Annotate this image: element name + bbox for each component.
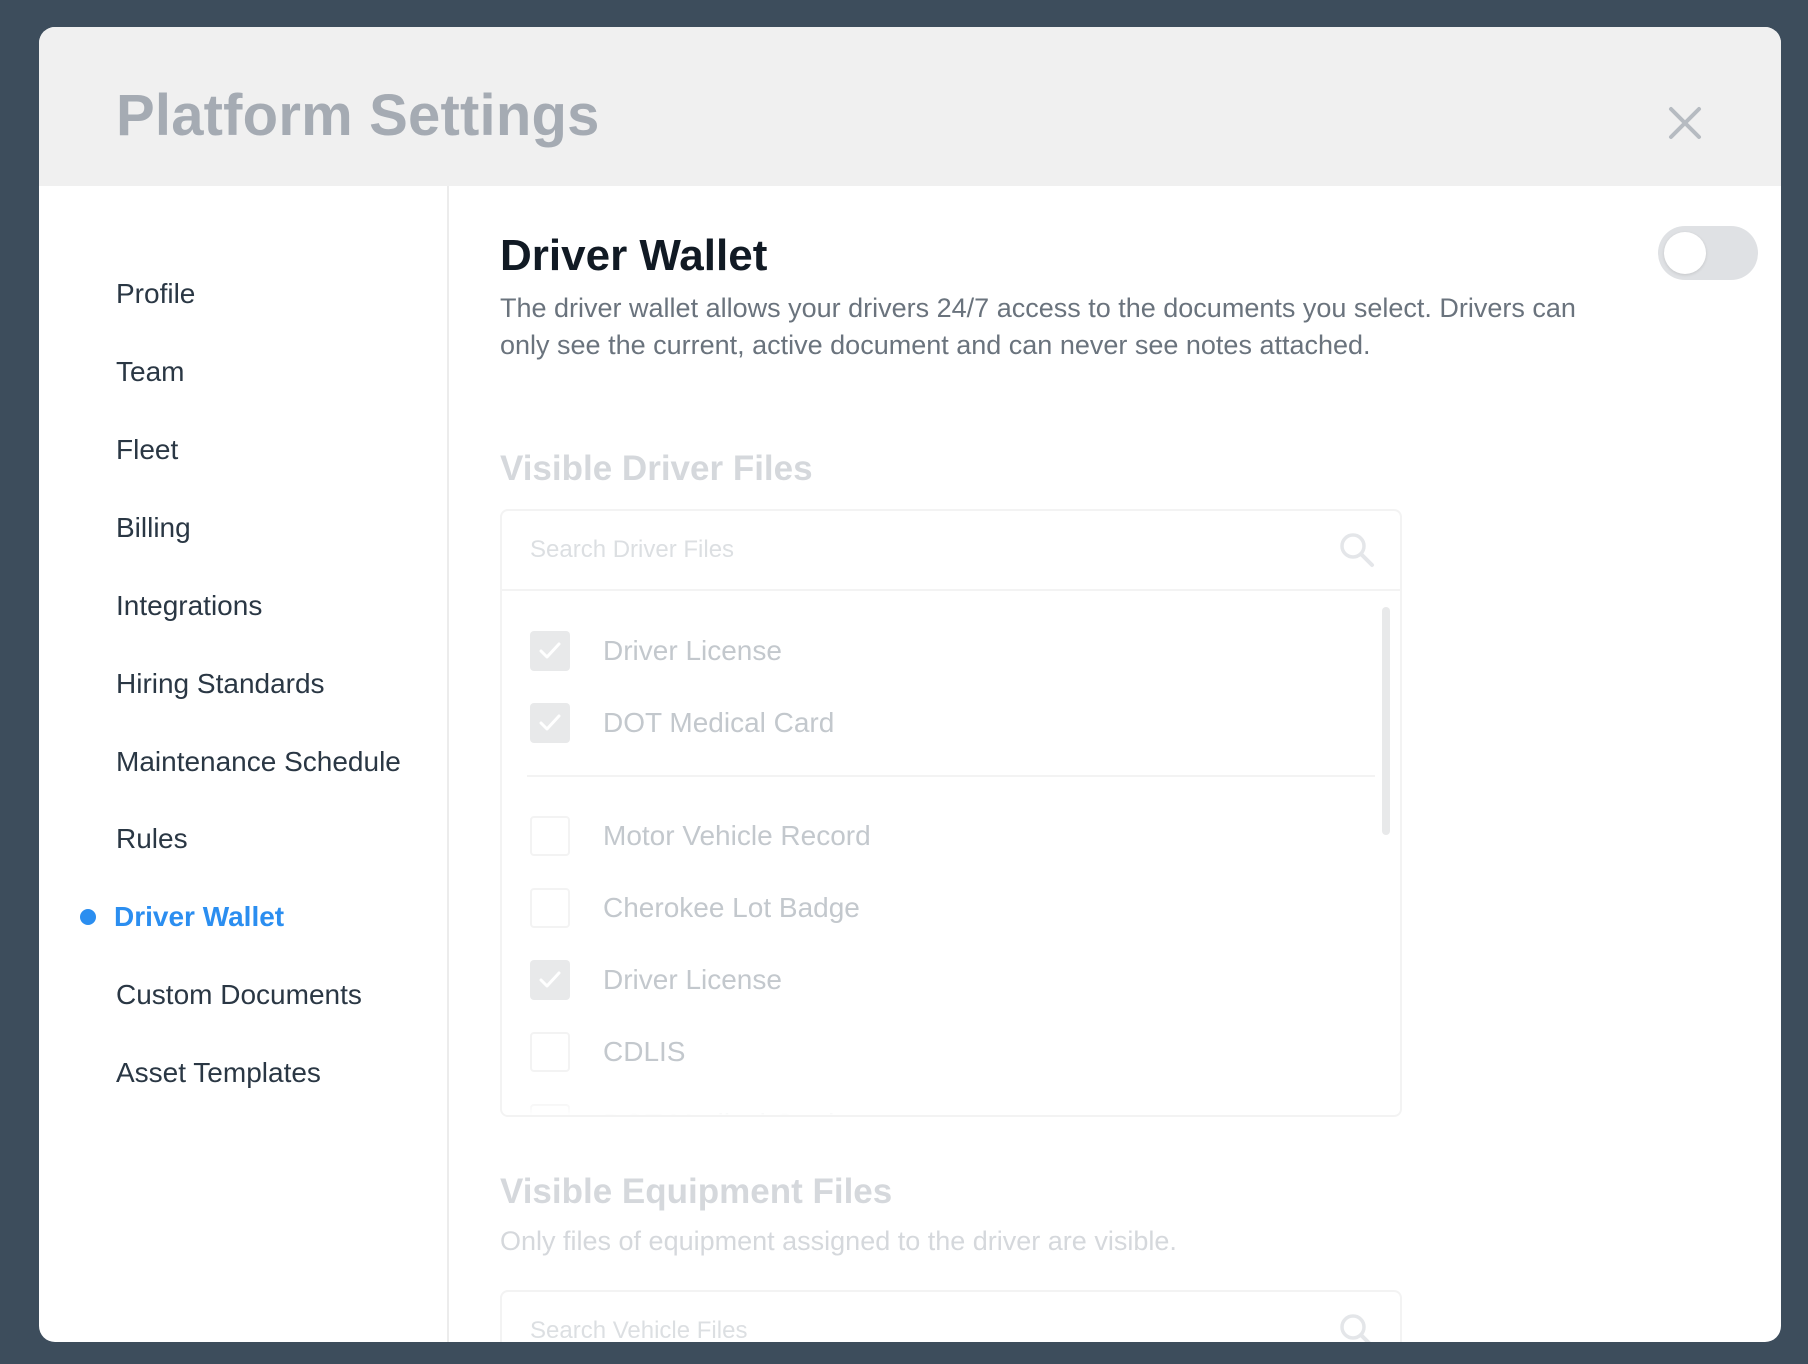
modal-title: Platform Settings: [116, 83, 600, 148]
driver-files-box: Driver License DOT Medical Card Motor Ve…: [500, 509, 1402, 1117]
equipment-files-search-input[interactable]: [530, 1314, 1310, 1342]
checkbox-checked[interactable]: [530, 960, 570, 1000]
sidebar-item-custom-documents[interactable]: Custom Documents: [116, 978, 362, 1012]
checkbox-checked[interactable]: [530, 631, 570, 671]
file-item-label: Driver License: [603, 635, 782, 666]
file-item-label: Motor Vehicle Record: [603, 820, 871, 851]
sidebar-item-maintenance-schedule[interactable]: Maintenance Schedule: [116, 745, 401, 779]
driver-files-search-row: [502, 511, 1400, 591]
file-item-label: Cherokee Lot Badge: [603, 892, 860, 923]
sidebar-item-team[interactable]: Team: [116, 355, 184, 389]
sidebar-item-driver-wallet[interactable]: Driver Wallet: [114, 900, 284, 934]
sidebar-item-hiring-standards[interactable]: Hiring Standards: [116, 667, 325, 701]
visible-equipment-files-title: Visible Equipment Files: [500, 1172, 893, 1211]
scrollbar-thumb[interactable]: [1382, 607, 1390, 835]
check-icon: [539, 642, 561, 659]
modal-header: Platform Settings: [39, 27, 1781, 186]
close-button[interactable]: [1665, 103, 1705, 143]
checkbox-unchecked[interactable]: [530, 888, 570, 928]
list-fade: [502, 1099, 1400, 1115]
search-icon[interactable]: [1338, 1312, 1376, 1342]
checkbox-checked[interactable]: [530, 703, 570, 743]
close-icon: [1669, 107, 1701, 139]
equipment-files-box: [500, 1290, 1402, 1342]
selected-items-divider: [527, 775, 1375, 777]
file-item-label: Driver License: [603, 964, 782, 995]
active-indicator-dot: [80, 909, 96, 925]
sidebar-item-integrations[interactable]: Integrations: [116, 589, 262, 623]
checkbox-unchecked[interactable]: [530, 816, 570, 856]
file-item-driver-license-2[interactable]: Driver License: [530, 960, 1350, 1004]
section-title: Driver Wallet: [500, 231, 768, 280]
file-item-cherokee-lot-badge[interactable]: Cherokee Lot Badge: [530, 888, 1350, 932]
sidebar-item-rules[interactable]: Rules: [116, 822, 188, 856]
search-icon[interactable]: [1338, 531, 1376, 569]
section-description: The driver wallet allows your drivers 24…: [500, 293, 1576, 360]
file-item-dot-medical-card[interactable]: DOT Medical Card: [530, 703, 1350, 747]
sidebar-item-profile[interactable]: Profile: [116, 277, 195, 311]
driver-wallet-panel: Driver Wallet The driver wallet allows y…: [500, 186, 1758, 1342]
file-item-driver-license[interactable]: Driver License: [530, 631, 1350, 675]
check-icon: [539, 714, 561, 731]
sidebar-item-billing[interactable]: Billing: [116, 511, 191, 545]
file-item-label: DOT Medical Card: [603, 707, 835, 738]
file-item-motor-vehicle-record[interactable]: Motor Vehicle Record: [530, 816, 1350, 860]
sidebar-item-asset-templates[interactable]: Asset Templates: [116, 1056, 321, 1090]
sidebar-item-fleet[interactable]: Fleet: [116, 433, 178, 467]
visible-driver-files-title: Visible Driver Files: [500, 449, 813, 488]
equipment-files-description: Only files of equipment assigned to the …: [500, 1226, 1177, 1256]
driver-wallet-toggle[interactable]: [1658, 226, 1758, 280]
settings-sidebar: Profile Team Fleet Billing Integrations …: [39, 186, 449, 1342]
checkbox-unchecked[interactable]: [530, 1032, 570, 1072]
toggle-knob: [1664, 232, 1706, 274]
equipment-files-search-row: [502, 1292, 1400, 1342]
platform-settings-modal: Platform Settings Profile Team Fleet Bil…: [39, 27, 1781, 1342]
file-item-label: CDLIS: [603, 1036, 686, 1067]
check-icon: [539, 971, 561, 988]
driver-files-search-input[interactable]: [530, 533, 1310, 567]
file-item-cdlis[interactable]: CDLIS: [530, 1032, 1350, 1076]
